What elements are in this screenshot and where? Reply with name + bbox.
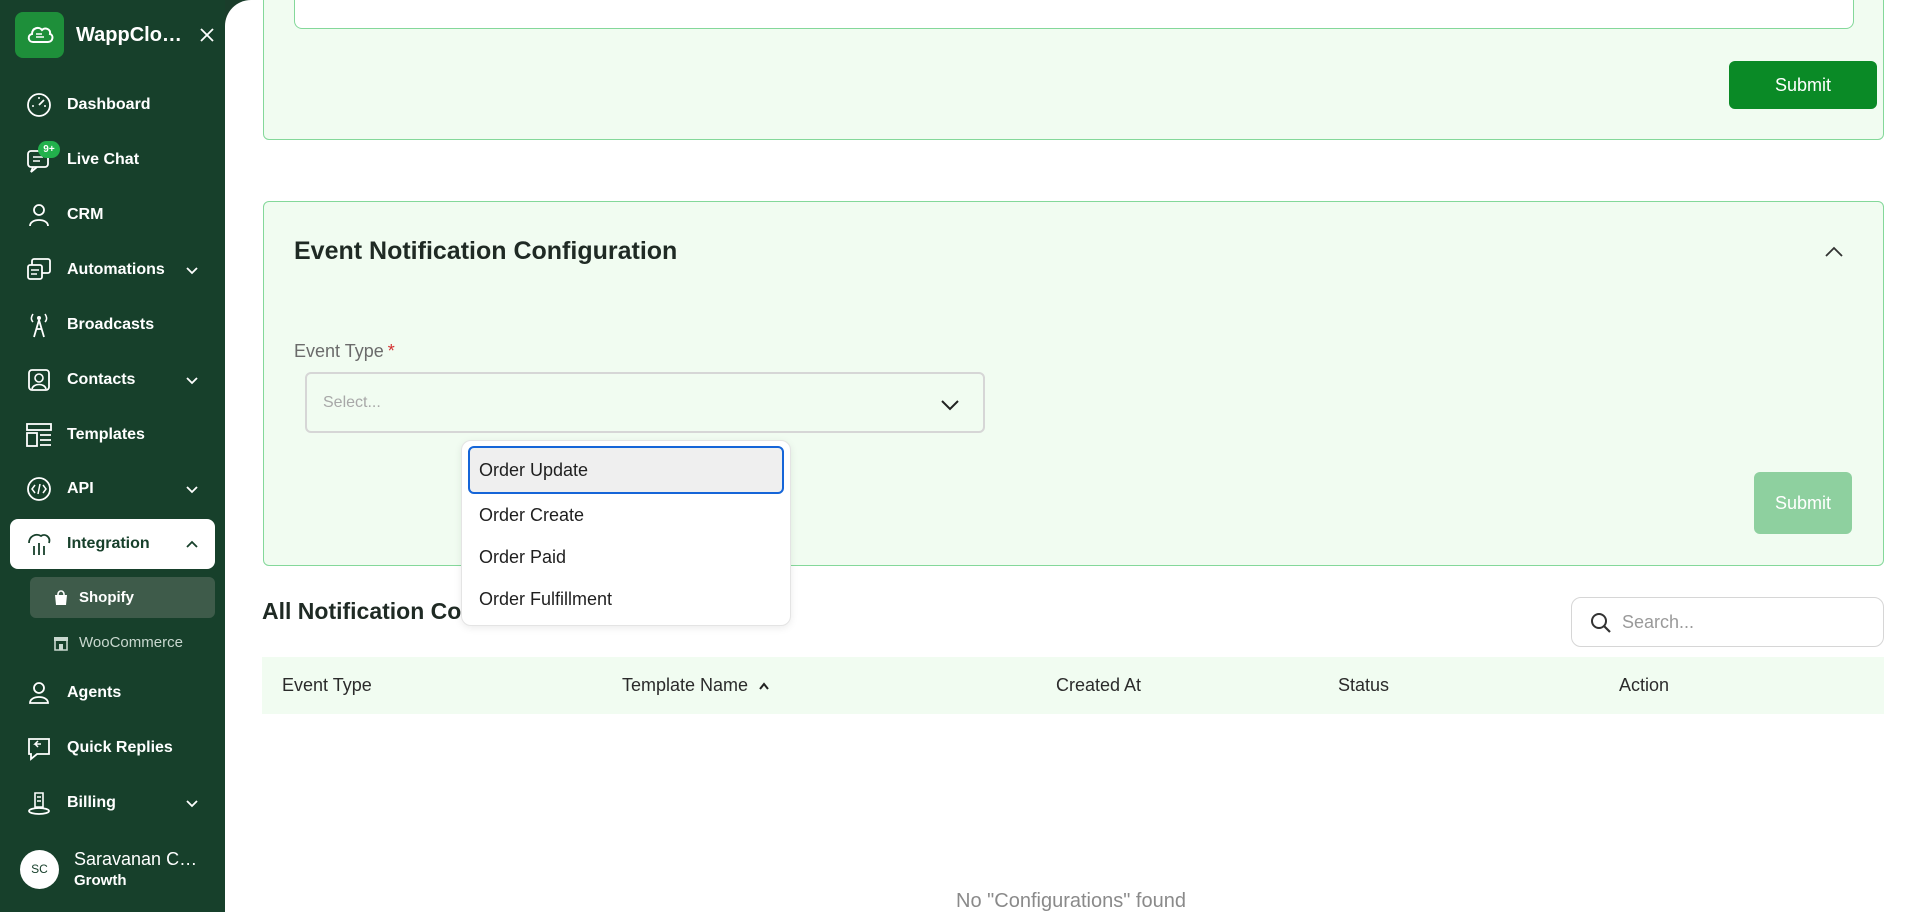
automations-icon <box>24 255 54 285</box>
sidebar-item-integration[interactable]: Integration <box>10 519 215 569</box>
submit-button[interactable]: Submit <box>1729 61 1877 109</box>
sidebar-item-label: Broadcasts <box>67 316 155 333</box>
sidebar-item-label: Contacts <box>67 371 136 388</box>
templates-icon <box>24 420 54 450</box>
search-input[interactable] <box>1622 608 1872 636</box>
sidebar-item-label: Agents <box>67 684 122 701</box>
sidebar-item-broadcasts[interactable]: Broadcasts <box>10 300 215 350</box>
select-placeholder: Select... <box>323 394 381 411</box>
sidebar-item-crm[interactable]: CRM <box>10 190 215 240</box>
option-order-paid[interactable]: Order Paid <box>468 536 784 578</box>
search-icon <box>1591 613 1611 633</box>
column-header-label: Template Name <box>622 675 749 695</box>
dashboard-gauge-icon <box>24 90 54 120</box>
store-icon <box>53 635 69 651</box>
main-content: Submit Event Notification Configuration … <box>225 0 1917 912</box>
card-title: Event Notification Configuration <box>294 237 678 265</box>
chevron-up-icon <box>186 540 198 548</box>
search-box[interactable] <box>1571 597 1884 647</box>
message-textarea[interactable] <box>294 0 1854 29</box>
top-config-card: Submit <box>263 0 1884 140</box>
sidebar-item-live-chat[interactable]: 9+ Live Chat <box>10 135 215 185</box>
billing-icon <box>24 788 54 818</box>
sidebar-item-label: Dashboard <box>67 96 151 113</box>
column-header-action: Action <box>1619 675 1670 695</box>
option-order-fulfillment[interactable]: Order Fulfillment <box>468 578 784 620</box>
user-name: Saravanan Co... <box>74 849 204 869</box>
chevron-down-icon <box>186 800 198 808</box>
event-type-label-text: Event Type <box>294 341 384 361</box>
sidebar-item-label: CRM <box>67 206 104 223</box>
unread-badge: 9+ <box>38 141 60 158</box>
required-mark: * <box>387 341 395 361</box>
table-header: Event Type Template Name Created At Stat… <box>262 657 1884 714</box>
event-type-dropdown-menu: Order Update Order Create Order Paid Ord… <box>461 440 791 626</box>
sidebar-item-label: Live Chat <box>67 151 140 168</box>
empty-state-message: No "Configurations" found <box>956 890 1186 912</box>
chevron-down-icon <box>941 400 959 411</box>
agents-icon <box>24 678 54 708</box>
sort-ascending-icon <box>759 682 769 690</box>
sidebar-item-automations[interactable]: Automations <box>10 245 215 295</box>
event-type-select[interactable]: Select... <box>305 372 985 433</box>
sidebar-subitem-label: WooCommerce <box>79 634 183 651</box>
sidebar-item-label: Billing <box>67 794 116 811</box>
sidebar-subitem-label: Shopify <box>79 589 134 606</box>
broadcast-tower-icon <box>24 310 54 340</box>
chevron-up-icon[interactable] <box>1823 241 1845 263</box>
column-header-event-type[interactable]: Event Type <box>282 675 372 696</box>
chevron-down-icon <box>186 267 198 275</box>
submit-button-disabled[interactable]: Submit <box>1754 472 1852 534</box>
user-plan: Growth <box>74 872 127 889</box>
user-profile[interactable]: SC Saravanan Co... Growth <box>20 845 220 893</box>
column-header-created-at[interactable]: Created At <box>1056 675 1141 696</box>
chevron-down-icon <box>186 486 198 494</box>
cloud-chat-logo-icon <box>15 12 64 58</box>
sidebar-item-templates[interactable]: Templates <box>10 410 215 460</box>
event-type-label: Event Type * <box>294 341 395 362</box>
all-notifications-title: All Notification Con <box>262 598 476 624</box>
sidebar-item-label: Templates <box>67 426 145 443</box>
brand-header: WappCloud... <box>15 12 220 58</box>
chat-icon: 9+ <box>24 141 60 175</box>
integration-icon <box>24 529 54 559</box>
close-sidebar-icon[interactable] <box>197 25 217 45</box>
sidebar-item-agents[interactable]: Agents <box>10 668 215 718</box>
chevron-down-icon <box>186 377 198 385</box>
sidebar-item-billing[interactable]: Billing <box>10 778 215 828</box>
sidebar-subitem-woocommerce[interactable]: WooCommerce <box>30 622 215 663</box>
column-header-status[interactable]: Status <box>1338 675 1389 696</box>
sidebar-item-quick-replies[interactable]: Quick Replies <box>10 723 215 773</box>
option-order-update[interactable]: Order Update <box>468 446 784 494</box>
column-header-template-name[interactable]: Template Name <box>622 675 770 696</box>
option-order-create[interactable]: Order Create <box>468 494 784 536</box>
quick-replies-icon <box>24 733 54 763</box>
sidebar-item-contacts[interactable]: Contacts <box>10 355 215 405</box>
sidebar-item-label: API <box>67 480 94 497</box>
shopping-bag-icon <box>53 589 69 606</box>
app-name: WappCloud... <box>76 23 191 46</box>
sidebar: WappCloud... Dashboard 9+ Live Chat CRM … <box>0 0 225 912</box>
sidebar-subitem-shopify[interactable]: Shopify <box>30 577 215 618</box>
api-code-icon <box>24 474 54 504</box>
crm-users-icon <box>24 200 54 230</box>
sidebar-item-label: Integration <box>67 535 150 552</box>
contacts-icon <box>24 365 54 395</box>
sidebar-item-dashboard[interactable]: Dashboard <box>10 80 215 130</box>
avatar: SC <box>20 849 59 889</box>
sidebar-item-api[interactable]: API <box>10 464 215 514</box>
sidebar-item-label: Automations <box>67 261 165 278</box>
sidebar-item-label: Quick Replies <box>67 739 173 756</box>
